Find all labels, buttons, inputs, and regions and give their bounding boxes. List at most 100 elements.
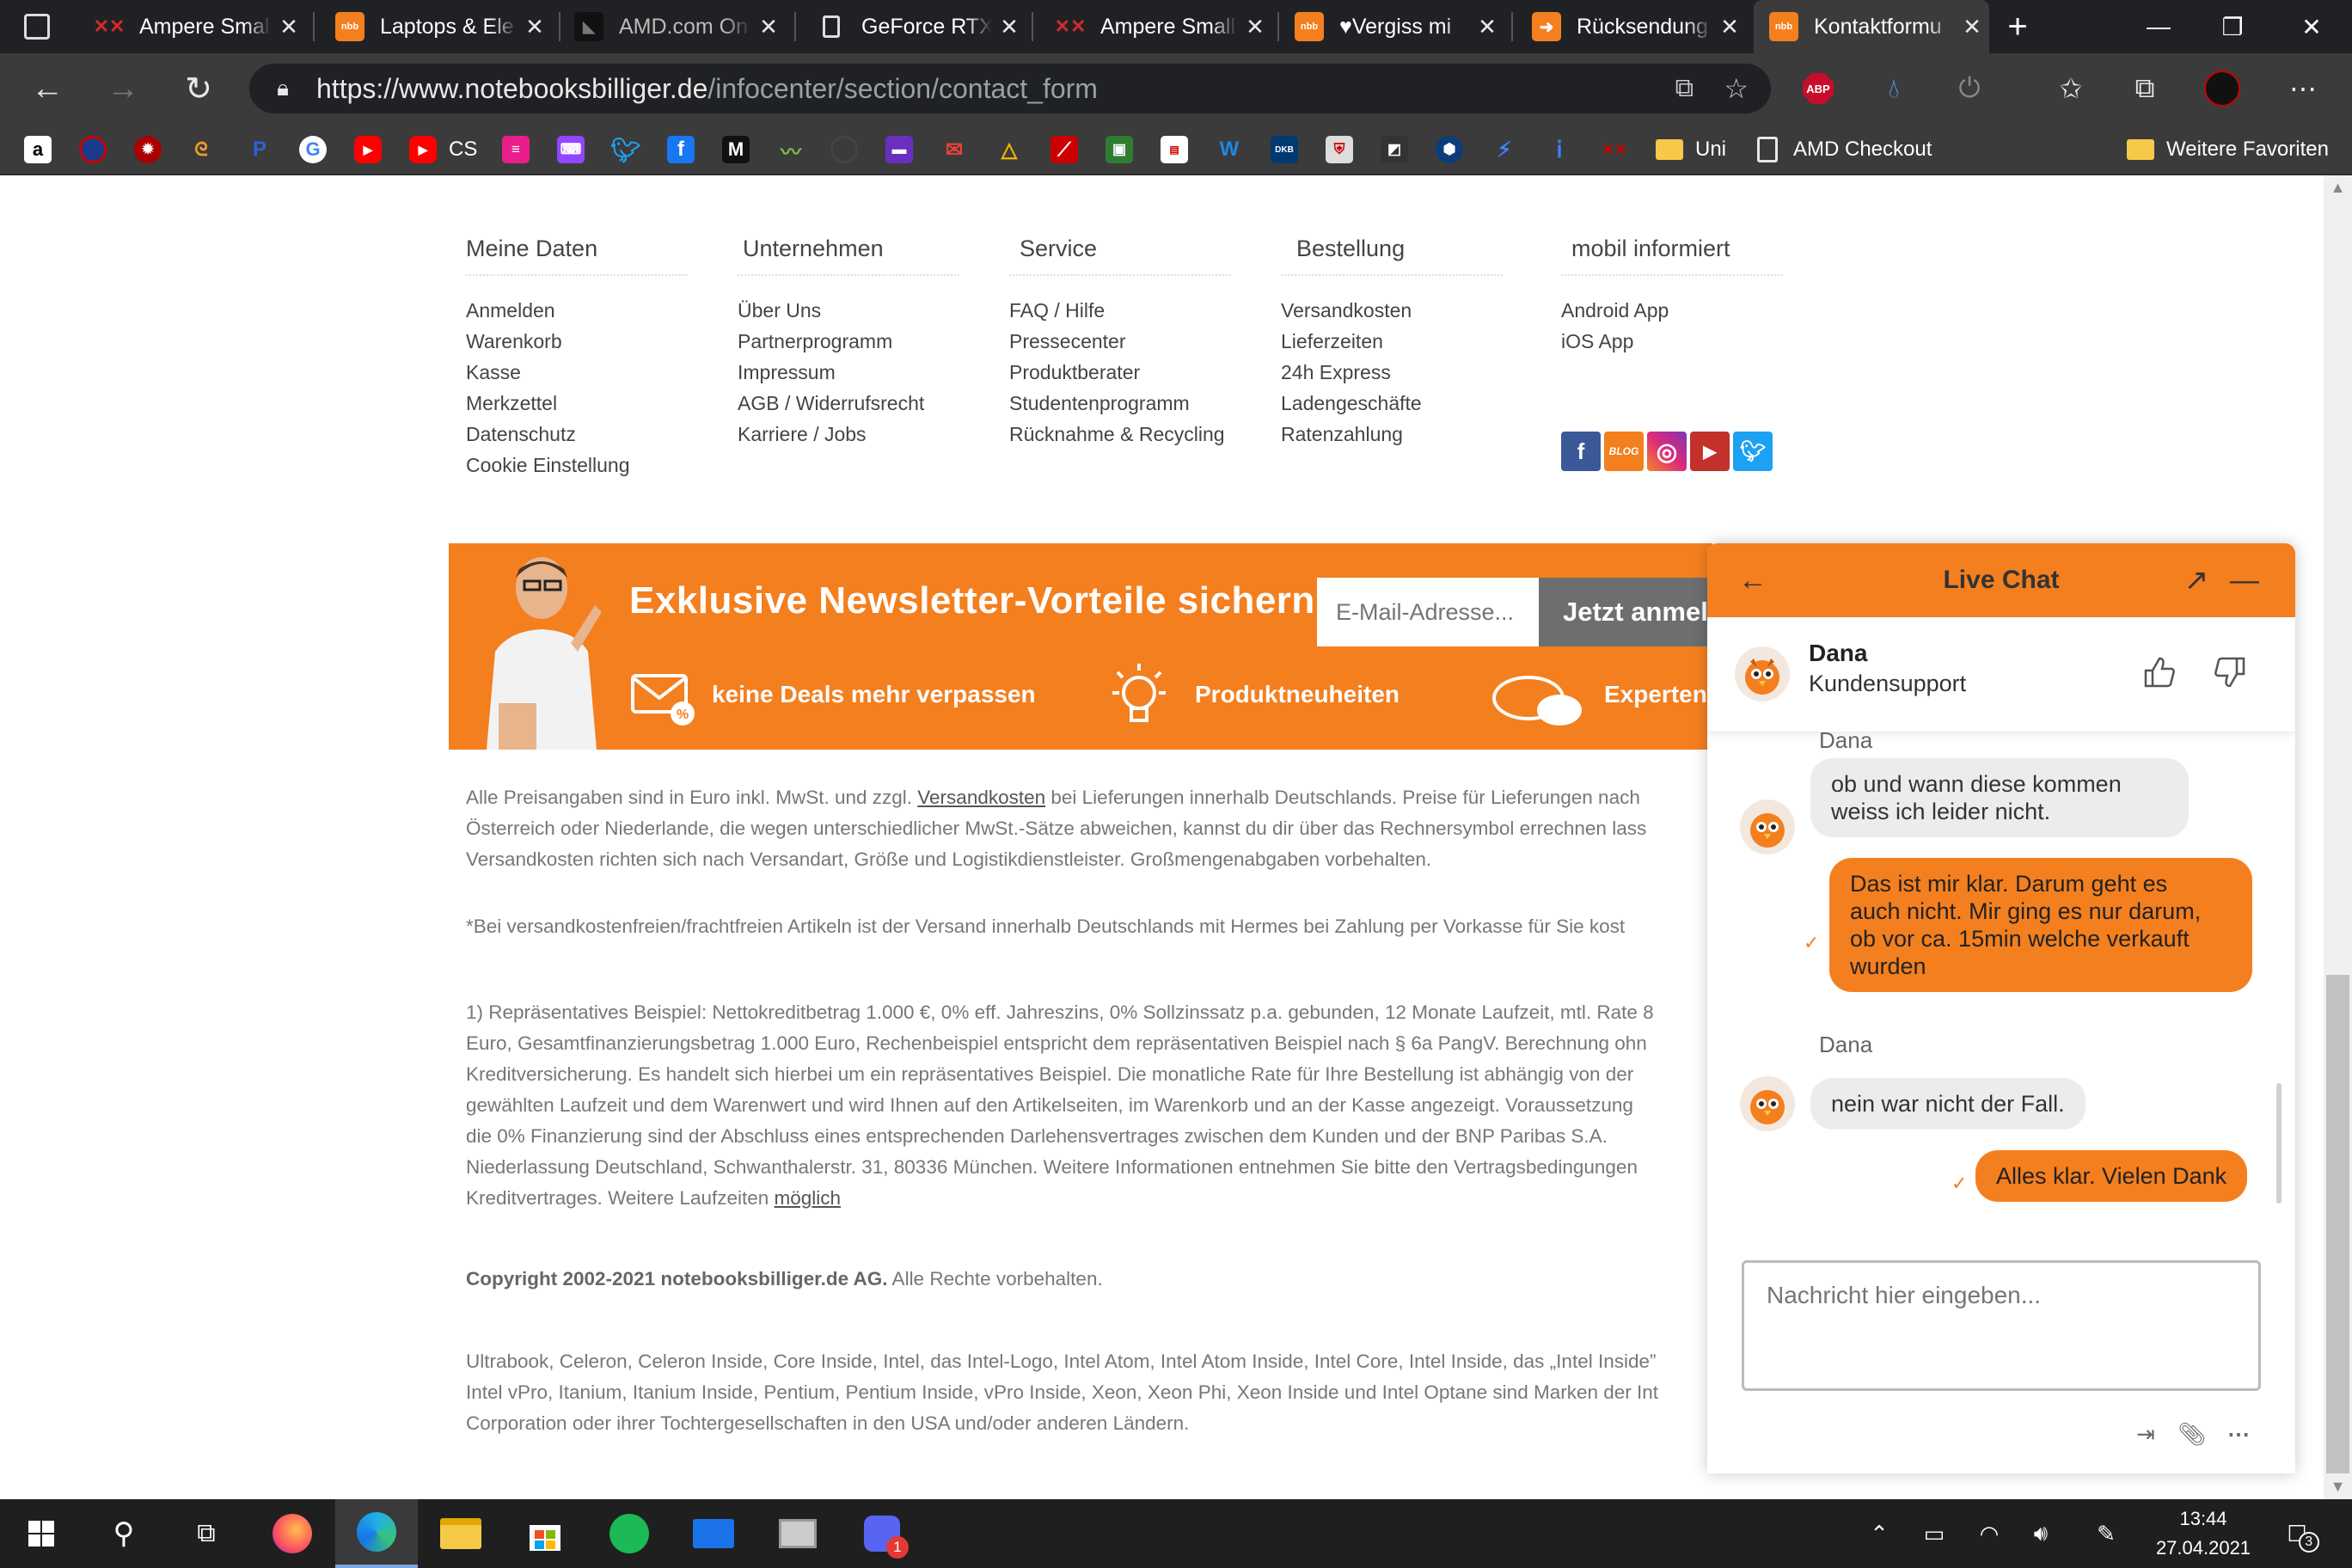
tab-1[interactable]: nbb Laptops & Ele ✕ bbox=[335, 0, 552, 53]
bookmark-cs[interactable]: CS bbox=[449, 132, 477, 167]
close-icon[interactable]: ✕ bbox=[751, 14, 786, 40]
favorites-icon[interactable]: ✩ bbox=[2049, 67, 2092, 110]
popout-icon[interactable]: ↗ bbox=[2175, 559, 2218, 602]
close-icon[interactable]: ✕ bbox=[1712, 14, 1747, 40]
footer-link[interactable]: Merkzettel bbox=[466, 388, 688, 419]
edge-icon[interactable] bbox=[335, 1499, 418, 1568]
scrollbar-thumb[interactable] bbox=[2326, 975, 2349, 1473]
footer-link[interactable]: 24h Express bbox=[1281, 357, 1503, 388]
collections-icon[interactable]: ⧉ bbox=[2123, 67, 2166, 110]
close-icon[interactable]: ✕ bbox=[1470, 14, 1504, 40]
xx-icon[interactable]: ✕✕ bbox=[1601, 136, 1628, 163]
discord-icon[interactable]: 1 bbox=[841, 1499, 923, 1568]
task-view-icon[interactable]: ⧉ bbox=[165, 1499, 248, 1568]
refresh-button[interactable]: ↻ bbox=[177, 67, 220, 110]
close-icon[interactable]: ✕ bbox=[272, 14, 306, 40]
bookmark-circle-icon[interactable] bbox=[830, 136, 858, 163]
adblock-plus-icon[interactable]: ABP bbox=[1797, 67, 1840, 110]
firefox-icon[interactable] bbox=[251, 1499, 334, 1568]
tab-actions-button[interactable] bbox=[15, 0, 67, 53]
wifi-icon[interactable]: ◠ bbox=[1972, 1516, 2006, 1551]
mail-icon[interactable] bbox=[672, 1499, 755, 1568]
dkb-icon[interactable]: DKB bbox=[1271, 136, 1298, 163]
bookmark-folder-more[interactable]: Weitere Favoriten bbox=[2127, 132, 2329, 167]
volume-icon[interactable]: 🔊︎ bbox=[2024, 1516, 2058, 1551]
footer-link[interactable]: Lieferzeiten bbox=[1281, 326, 1503, 357]
notification-center-icon[interactable]: ☐ 3 bbox=[2273, 1516, 2321, 1553]
more-menu-icon[interactable]: ⋯ bbox=[2282, 67, 2324, 110]
app-window-icon[interactable] bbox=[756, 1499, 839, 1568]
search-icon[interactable]: ⚲ bbox=[83, 1499, 165, 1568]
versandkosten-link[interactable]: Versandkosten bbox=[917, 787, 1045, 808]
bookmark-gear-icon[interactable]: ✹ bbox=[134, 136, 162, 163]
restore-button[interactable]: ❐ bbox=[2194, 0, 2271, 53]
bookmark-bolt-icon[interactable]: ⚡︎ bbox=[1491, 136, 1518, 163]
paypal-icon[interactable]: P bbox=[246, 136, 273, 163]
bookmark-wave-icon[interactable]: 〰 bbox=[777, 136, 805, 164]
back-arrow-icon[interactable]: ← bbox=[1731, 559, 1774, 602]
footer-link[interactable]: Karriere / Jobs bbox=[738, 419, 959, 450]
close-icon[interactable]: ✕ bbox=[1238, 14, 1272, 40]
newsletter-email-input[interactable] bbox=[1317, 578, 1539, 646]
page-scrollbar[interactable]: ▲ ▼ bbox=[2324, 175, 2352, 1499]
profile-avatar[interactable] bbox=[2201, 67, 2244, 110]
tab-7-active[interactable]: nbb Kontaktformu ✕ bbox=[1754, 0, 1989, 53]
footer-link[interactable]: Warenkorb bbox=[466, 326, 688, 357]
add-favorite-icon[interactable]: ☆ bbox=[1724, 72, 1749, 105]
google-drive-icon[interactable]: △ bbox=[995, 136, 1023, 163]
close-icon[interactable]: ✕ bbox=[518, 14, 552, 40]
scroll-down-arrow[interactable]: ▼ bbox=[2324, 1478, 2352, 1496]
drop-extension-icon[interactable]: 💧︎ bbox=[1872, 67, 1915, 110]
chat-scrollbar[interactable] bbox=[2276, 1083, 2282, 1204]
facebook-icon[interactable]: f bbox=[1561, 432, 1601, 471]
footer-link[interactable]: iOS App bbox=[1561, 326, 1783, 357]
bookmark-swirl-icon[interactable]: ᘓ bbox=[187, 136, 215, 163]
address-bar[interactable]: 🔒︎ https://www.notebooksbilliger.de/info… bbox=[249, 64, 1771, 113]
tray-chevron-icon[interactable]: ⌃ bbox=[1862, 1516, 1896, 1551]
google-icon[interactable]: G bbox=[299, 136, 327, 163]
bookmark-m-icon[interactable]: M bbox=[722, 136, 750, 163]
thumbs-up-icon[interactable] bbox=[2137, 650, 2182, 695]
blog-icon[interactable]: BLOG bbox=[1604, 432, 1644, 471]
footer-link[interactable]: Partnerprogramm bbox=[738, 326, 959, 357]
tab-2[interactable]: ◣ AMD.com On ✕ bbox=[574, 0, 786, 53]
extension-power-icon[interactable]: ⏻ bbox=[1948, 67, 1991, 110]
bookmark-blue-hex-icon[interactable]: ⬢ bbox=[1436, 136, 1463, 163]
bookmark-slash-icon[interactable]: ⟋ bbox=[1050, 136, 1078, 163]
tab-4[interactable]: ✕✕ Ampere Small ✕ bbox=[1056, 0, 1272, 53]
tab-6[interactable]: ➜ Rücksendung ✕ bbox=[1532, 0, 1747, 53]
bookmark-green-icon[interactable]: ▣ bbox=[1106, 136, 1133, 163]
bookmark-orb-icon[interactable] bbox=[79, 136, 107, 163]
bookmark-purple-icon[interactable]: ▬ bbox=[885, 136, 913, 163]
thumbs-down-icon[interactable] bbox=[2208, 650, 2252, 695]
youtube-icon[interactable]: ▶ bbox=[1690, 432, 1730, 471]
gmail-icon[interactable]: ✉ bbox=[940, 136, 968, 163]
footer-link[interactable]: Ladengeschäfte bbox=[1281, 388, 1503, 419]
system-clock[interactable]: 13:44 27.04.2021 bbox=[2147, 1504, 2259, 1563]
store-icon[interactable] bbox=[504, 1499, 586, 1568]
spotify-icon[interactable] bbox=[588, 1499, 671, 1568]
twitter-icon[interactable]: 🐦︎ bbox=[1733, 432, 1773, 471]
new-tab-button[interactable]: + bbox=[1979, 0, 2056, 53]
footer-link[interactable]: Impressum bbox=[738, 357, 959, 388]
footer-link[interactable]: Anmelden bbox=[466, 295, 688, 326]
battery-icon[interactable]: ▭ bbox=[1917, 1516, 1951, 1551]
attachment-icon[interactable]: 📎︎ bbox=[2175, 1417, 2209, 1451]
footer-link[interactable]: Android App bbox=[1561, 295, 1783, 326]
close-icon[interactable]: ✕ bbox=[992, 14, 1026, 40]
footer-link[interactable]: Datenschutz bbox=[466, 419, 688, 450]
bookmark-dark-icon[interactable]: ◩ bbox=[1381, 136, 1408, 163]
bookmark-crest-icon[interactable]: ⛨ bbox=[1326, 136, 1353, 163]
newsletter-subscribe-button[interactable]: Jetzt anmelden bbox=[1539, 578, 1712, 646]
bookmark-w-icon[interactable]: W bbox=[1216, 136, 1243, 163]
url-text[interactable]: https://www.notebooksbilliger.de/infocen… bbox=[316, 73, 1098, 105]
back-button[interactable]: ← bbox=[26, 67, 69, 110]
bookmark-red-logo-icon[interactable]: ▤ bbox=[1161, 136, 1188, 163]
twitch-icon[interactable]: ⌨ bbox=[557, 136, 585, 163]
forward-button[interactable]: → bbox=[101, 67, 144, 110]
scroll-up-arrow[interactable]: ▲ bbox=[2324, 179, 2352, 197]
chat-message-input[interactable] bbox=[1742, 1260, 2261, 1391]
youtube-icon[interactable]: ▶ bbox=[354, 136, 382, 163]
minimize-chat-icon[interactable]: — bbox=[2223, 559, 2266, 602]
footer-link[interactable]: Rücknahme & Recycling bbox=[1009, 419, 1231, 450]
